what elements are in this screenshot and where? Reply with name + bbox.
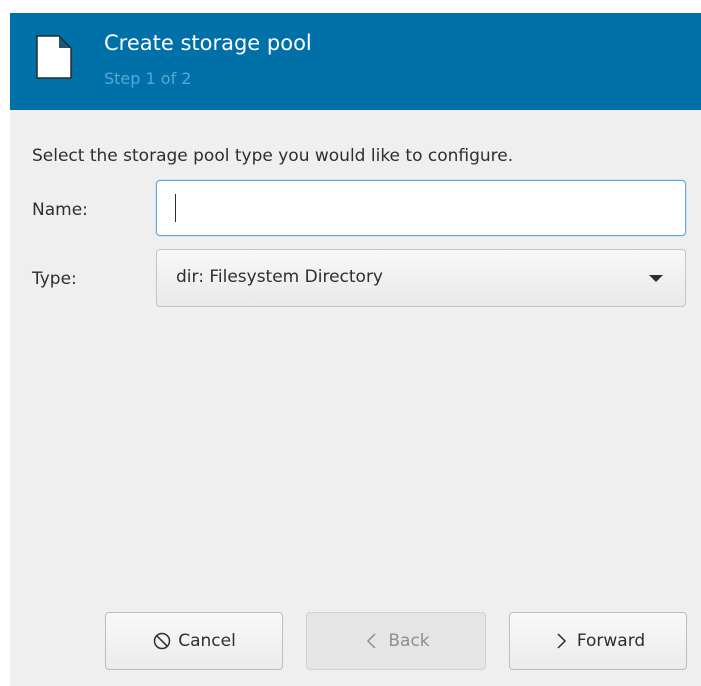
- dialog-header: Create storage pool Step 1 of 2: [10, 13, 701, 110]
- type-select-value: dir: Filesystem Directory: [176, 267, 383, 287]
- cancel-button-label: Cancel: [178, 631, 236, 651]
- instruction-text: Select the storage pool type you would l…: [32, 146, 514, 166]
- forward-button-label: Forward: [576, 631, 646, 651]
- name-input[interactable]: [156, 180, 686, 236]
- dropdown-arrow-icon: [649, 275, 663, 282]
- forward-button[interactable]: Forward: [509, 612, 687, 670]
- dialog-title: Create storage pool: [104, 31, 312, 55]
- text-cursor: [175, 194, 176, 222]
- step-indicator: Step 1 of 2: [104, 69, 192, 88]
- document-icon: [36, 35, 72, 79]
- type-select[interactable]: dir: Filesystem Directory: [156, 249, 686, 307]
- create-storage-pool-dialog: Create storage pool Step 1 of 2 Select t…: [10, 13, 701, 686]
- chevron-left-icon: [367, 633, 376, 649]
- back-button[interactable]: Back: [306, 612, 486, 670]
- chevron-right-icon: [557, 633, 566, 649]
- back-button-label: Back: [388, 631, 430, 651]
- type-label: Type:: [32, 269, 77, 289]
- name-label: Name:: [32, 200, 88, 220]
- cancel-button[interactable]: Cancel: [105, 612, 283, 670]
- cancel-icon: [153, 632, 171, 650]
